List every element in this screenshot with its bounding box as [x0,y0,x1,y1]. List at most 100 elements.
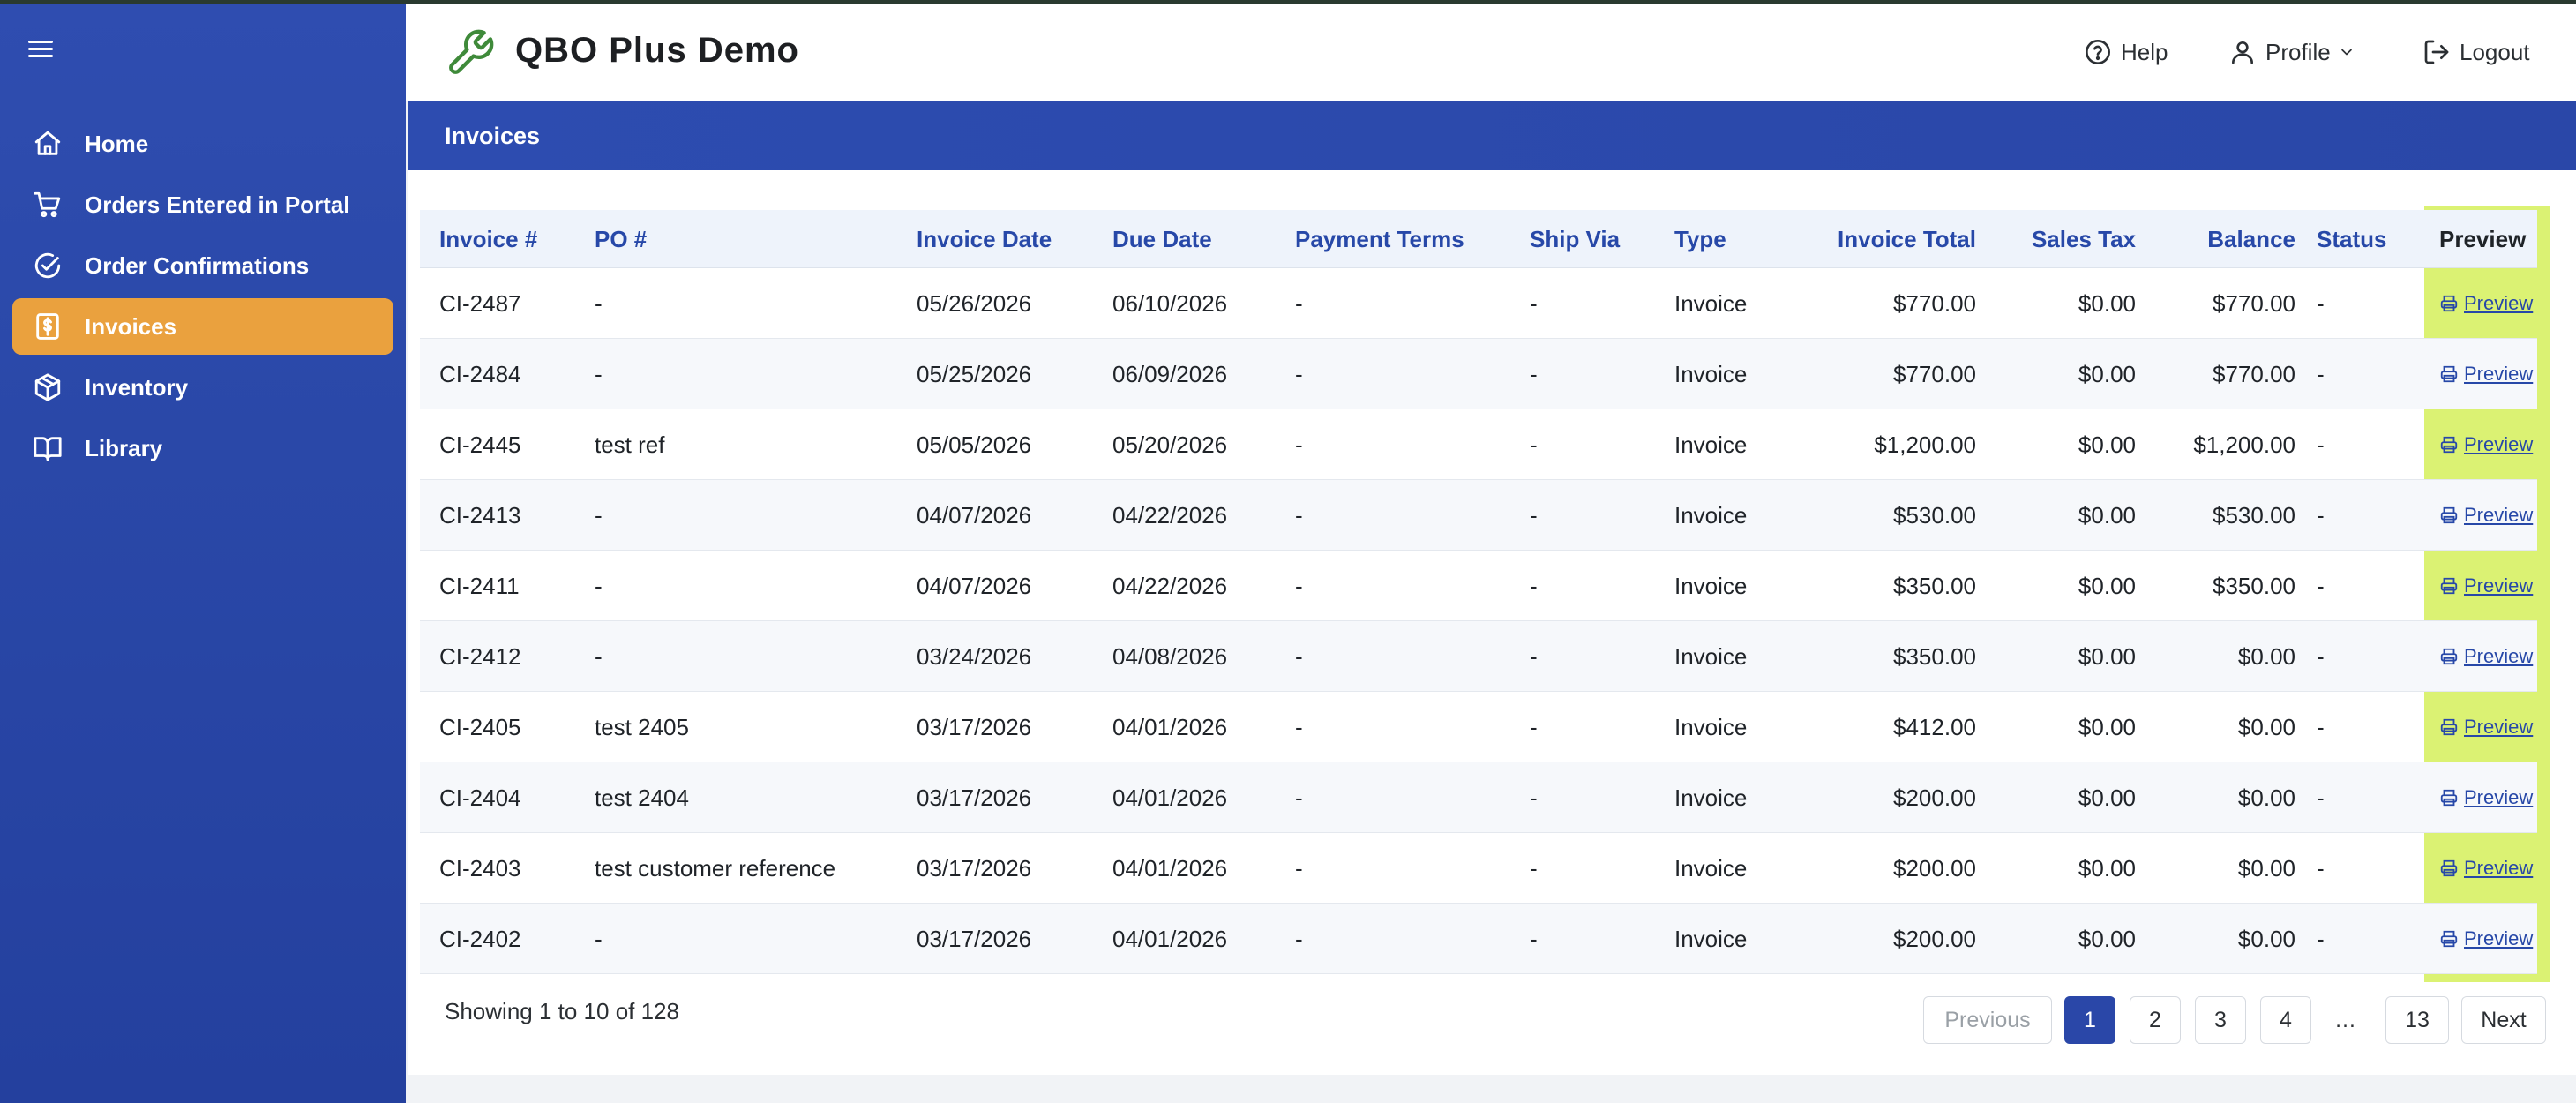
pagination-page-13[interactable]: 13 [2385,996,2449,1044]
cell-po-number: - [595,502,603,529]
sidebar-item-library[interactable]: Library [12,420,393,476]
pagination-page-2[interactable]: 2 [2130,996,2181,1044]
cell-po-number: - [595,926,603,952]
pagination-page-3[interactable]: 3 [2195,996,2246,1044]
pagination-page-4[interactable]: 4 [2260,996,2311,1044]
table-row[interactable]: CI-2413 - 04/07/2026 04/22/2026 - - Invoice $53… [420,480,2537,551]
cell-type: Invoice [1674,290,1748,317]
cell-type: Invoice [1674,643,1748,670]
profile-dropdown[interactable]: Profile [2228,34,2355,70]
preview-link[interactable]: Preview [2439,409,2533,480]
preview-link[interactable]: Preview [2439,551,2533,621]
cell-invoice-number: CI-2411 [439,573,520,599]
cell-status: - [2317,784,2325,811]
cell-ship-via: - [1530,290,1538,317]
column-header-po-number[interactable]: PO # [595,210,647,268]
sidebar-item-home[interactable]: Home [12,116,393,172]
column-header-invoice-date[interactable]: Invoice Date [917,210,1052,268]
column-header-due-date[interactable]: Due Date [1112,210,1212,268]
preview-link[interactable]: Preview [2439,480,2533,551]
table-row[interactable]: CI-2404 test 2404 03/17/2026 04/01/2026 - - In… [420,762,2537,833]
sidebar-item-label: Inventory [85,373,189,401]
column-header-type[interactable]: Type [1674,210,1726,268]
cell-payment-terms: - [1295,784,1303,811]
printer-icon [2440,648,2458,665]
cell-balance: $770.00 [2213,290,2295,317]
cell-preview: Preview [2439,268,2533,339]
pagination-previous-button[interactable]: Previous [1923,996,2052,1044]
sidebar-item-orders-entered[interactable]: Orders Entered in Portal [12,176,393,233]
preview-link[interactable]: Preview [2439,762,2533,833]
cell-invoice-number: CI-2412 [439,643,521,670]
cell-po-number: test 2405 [595,714,689,740]
column-header-balance[interactable]: Balance [2149,210,2295,268]
hamburger-menu-icon[interactable] [26,34,58,66]
cell-payment-terms: - [1295,431,1303,458]
table-row[interactable]: CI-2402 - 03/17/2026 04/01/2026 - - Invoice $20… [420,904,2537,974]
table-row[interactable]: CI-2484 - 05/25/2026 06/09/2026 - - Invoice $77… [420,339,2537,409]
sidebar-item-order-confirmations[interactable]: Order Confirmations [12,237,393,294]
cell-sales-tax: $0.00 [2078,926,2136,952]
preview-link-label: Preview [2464,363,2534,385]
column-header-invoice-number[interactable]: Invoice # [439,210,537,268]
cell-po-number: - [595,573,603,599]
preview-link[interactable]: Preview [2439,339,2533,409]
table-row[interactable]: CI-2405 test 2405 03/17/2026 04/01/2026 - - In… [420,692,2537,762]
column-header-invoice-total[interactable]: Invoice Total [1796,210,1976,268]
preview-link[interactable]: Preview [2439,904,2533,974]
preview-link[interactable]: Preview [2439,268,2533,339]
cell-invoice-number: CI-2487 [439,290,521,317]
cell-invoice-number: CI-2404 [439,784,521,811]
cell-po-number: - [595,643,603,670]
invoices-card: Invoice # PO # Invoice Date Due Date Pay… [408,170,2576,1075]
cell-preview: Preview [2439,339,2533,409]
cell-balance: $0.00 [2237,643,2295,670]
cell-sales-tax: $0.00 [2078,855,2136,882]
cell-preview: Preview [2439,551,2533,621]
column-header-sales-tax[interactable]: Sales Tax [1990,210,2136,268]
cell-due-date: 04/22/2026 [1112,502,1228,529]
cell-invoice-total: $200.00 [1893,926,1976,952]
cell-payment-terms: - [1295,361,1303,387]
table-row[interactable]: CI-2487 - 05/26/2026 06/10/2026 - - Invoice $77… [420,268,2537,339]
cell-ship-via: - [1530,784,1538,811]
table-row[interactable]: CI-2412 - 03/24/2026 04/08/2026 - - Invoice $35… [420,621,2537,692]
logout-button[interactable]: Logout [2422,34,2530,70]
table-row[interactable]: CI-2403 test customer reference 03/17/2026… [420,833,2537,904]
cell-status: - [2317,573,2325,599]
column-header-status[interactable]: Status [2317,210,2386,268]
cell-due-date: 04/01/2026 [1112,714,1228,740]
cell-invoice-number: CI-2402 [439,926,521,952]
preview-link[interactable]: Preview [2439,621,2533,692]
preview-link[interactable]: Preview [2439,833,2533,904]
chevron-down-icon [2340,49,2352,56]
column-header-payment-terms[interactable]: Payment Terms [1295,210,1464,268]
cell-type: Invoice [1674,714,1748,740]
table-row[interactable]: CI-2445 test ref 05/05/2026 05/20/2026 - - Inv… [420,409,2537,480]
cell-status: - [2317,431,2325,458]
table-row[interactable]: CI-2411 - 04/07/2026 04/22/2026 - - Invoice $35… [420,551,2537,621]
sidebar-item-label: Library [85,434,163,461]
cell-type: Invoice [1674,926,1748,952]
pagination-next-button[interactable]: Next [2461,996,2546,1044]
cell-ship-via: - [1530,573,1538,599]
table-header-row: Invoice # PO # Invoice Date Due Date Pay… [420,210,2537,268]
pagination-page-1[interactable]: 1 [2064,996,2115,1044]
cell-po-number: - [595,290,603,317]
cell-payment-terms: - [1295,926,1303,952]
cell-invoice-total: $530.00 [1893,502,1976,529]
cell-type: Invoice [1674,784,1748,811]
cell-sales-tax: $0.00 [2078,502,2136,529]
preview-link[interactable]: Preview [2439,692,2533,762]
cell-ship-via: - [1530,502,1538,529]
sidebar-item-invoices[interactable]: Invoices [12,298,393,355]
cell-invoice-total: $770.00 [1893,361,1976,387]
sidebar-item-inventory[interactable]: Inventory [12,359,393,416]
cell-po-number: test 2404 [595,784,689,811]
help-button[interactable]: Help [2084,34,2168,70]
column-header-ship-via[interactable]: Ship Via [1530,210,1620,268]
cell-ship-via: - [1530,855,1538,882]
printer-icon [2440,930,2458,948]
cell-invoice-total: $770.00 [1893,290,1976,317]
cell-preview: Preview [2439,621,2533,692]
